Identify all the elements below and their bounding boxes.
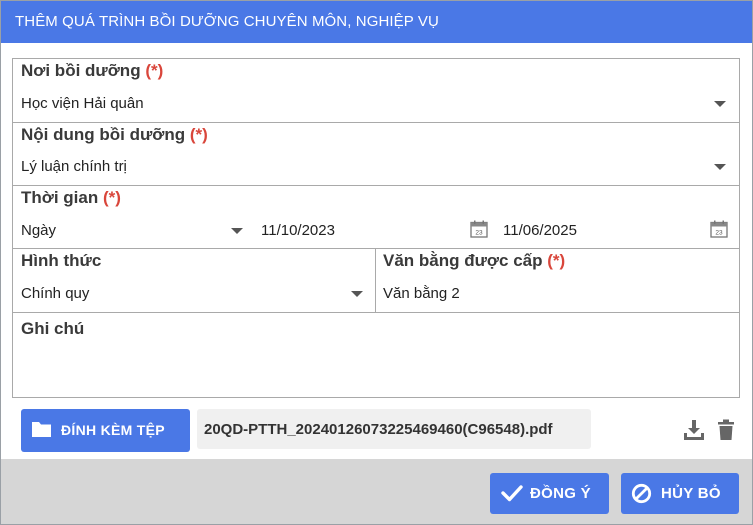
attach-file-label: ĐÍNH KÈM TỆP [61,422,165,438]
required-mark: (*) [189,125,208,144]
trash-icon[interactable] [717,419,735,441]
cancel-button[interactable]: HỦY BỎ [621,473,739,514]
thoi-gian-unit-select[interactable]: Ngày [13,216,249,248]
attached-file-name: 20QD-PTTH_20240126073225469460(C96548).p… [197,409,591,449]
ghi-chu-label: Ghi chú [21,319,84,339]
cancel-button-label: HỦY BỎ [661,485,721,502]
ok-button-label: ĐỒNG Ý [530,485,591,502]
caret-down-icon [714,101,726,107]
noi-dung-select[interactable]: Lý luận chính trị [13,153,739,185]
caret-down-icon [231,228,243,234]
thoi-gian-label: Thời gian (*) [21,188,121,208]
noi-boi-duong-value: Học viện Hải quân [21,95,144,112]
calendar-day-text: 23 [475,230,483,237]
thoi-gian-unit-value: Ngày [21,222,57,239]
thoi-gian-row: Thời gian (*) Ngày 11/10/2023 23 11/06/2… [13,186,739,249]
ban-icon [631,483,652,504]
van-bang-label: Văn bằng được cấp (*) [383,251,565,271]
check-icon [501,485,523,502]
required-mark: (*) [102,188,121,207]
hinh-thuc-label: Hình thức [21,251,101,271]
date-from-value: 11/10/2023 [261,222,335,239]
hinh-thuc-value: Chính quy [21,285,90,302]
dialog-title: THÊM QUÁ TRÌNH BỒI DƯỠNG CHUYÊN MÔN, NGH… [1,1,752,43]
date-to-input[interactable]: 11/06/2025 23 [494,216,738,248]
hinh-thuc-label-text: Hình thức [21,251,102,270]
ok-button[interactable]: ĐỒNG Ý [490,473,609,514]
ghi-chu-textarea[interactable] [13,343,739,395]
calendar-icon[interactable]: 23 [470,220,488,238]
calendar-icon[interactable]: 23 [710,220,728,238]
van-bang-value: Văn bằng 2 [383,285,460,302]
noi-dung-row: Nội dung bồi dưỡng (*) Lý luận chính trị [13,123,739,186]
noi-boi-duong-label: Nơi bồi dưỡng (*) [21,61,163,81]
dialog-footer: ĐỒNG Ý HỦY BỎ [1,459,752,524]
noi-dung-value: Lý luận chính trị [21,158,127,175]
hinh-thuc-van-bang-row: Hình thức Chính quy Văn bằng được cấp (*… [13,249,739,313]
dialog: THÊM QUÁ TRÌNH BỒI DƯỠNG CHUYÊN MÔN, NGH… [0,0,753,525]
noi-boi-duong-row: Nơi bồi dưỡng (*) Học viện Hải quân [13,59,739,123]
caret-down-icon [714,164,726,170]
van-bang-label-text: Văn bằng được cấp [383,251,543,270]
caret-down-icon [351,291,363,297]
van-bang-input[interactable]: Văn bằng 2 [376,279,739,311]
ghi-chu-label-text: Ghi chú [21,319,85,338]
noi-boi-duong-select[interactable]: Học viện Hải quân [13,89,739,121]
date-from-input[interactable]: 11/10/2023 23 [253,216,493,248]
calendar-day-text: 23 [715,230,723,237]
hinh-thuc-select[interactable]: Chính quy [13,279,375,311]
thoi-gian-label-text: Thời gian [21,188,99,207]
download-icon[interactable] [683,419,705,441]
folder-icon [32,422,51,437]
noi-boi-duong-label-text: Nơi bồi dưỡng [21,61,141,80]
ghi-chu-row: Ghi chú [13,313,739,397]
date-to-value: 11/06/2025 [503,222,577,239]
required-mark: (*) [145,61,164,80]
noi-dung-label-text: Nội dung bồi dưỡng [21,125,186,144]
attach-file-button[interactable]: ĐÍNH KÈM TỆP [21,409,190,452]
form: Nơi bồi dưỡng (*) Học viện Hải quân Nội … [12,58,740,398]
required-mark: (*) [547,251,566,270]
noi-dung-label: Nội dung bồi dưỡng (*) [21,125,208,145]
